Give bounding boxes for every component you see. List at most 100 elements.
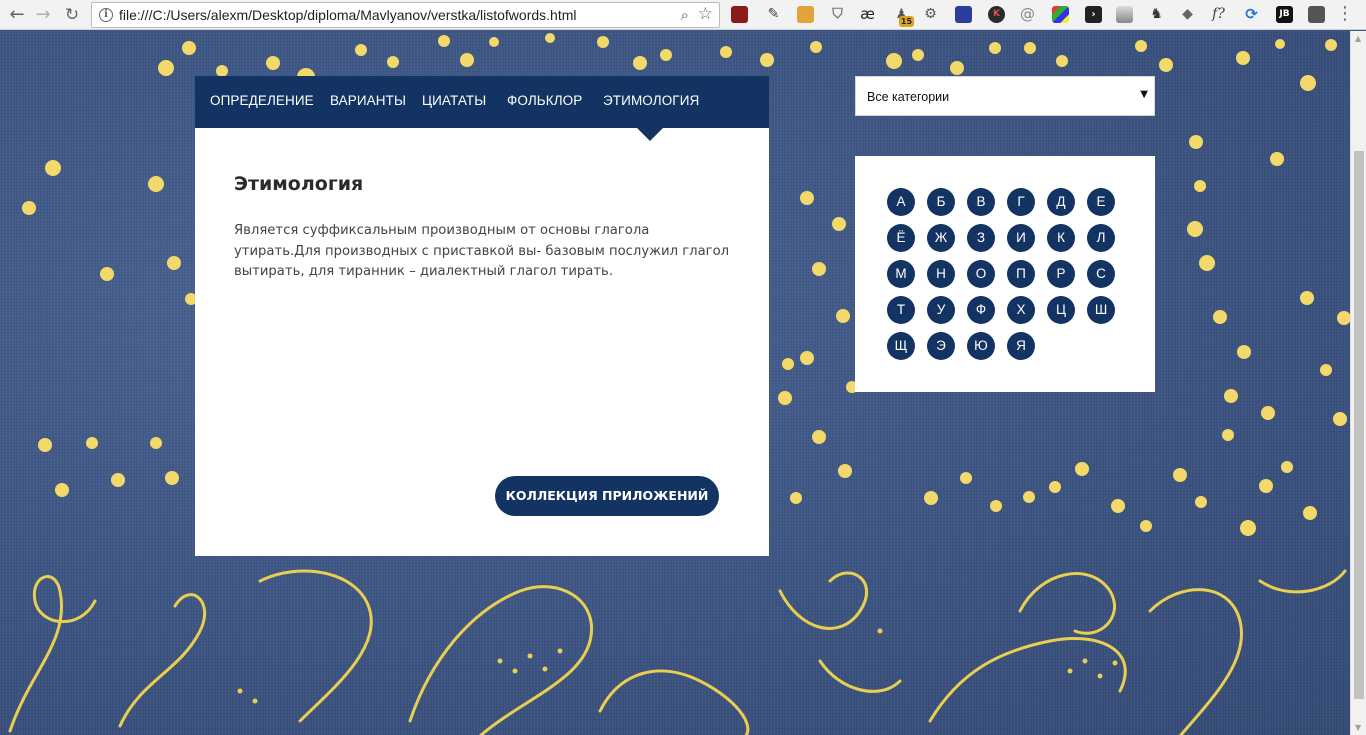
letter-button[interactable]: Ж — [927, 224, 955, 252]
bookmark-star-icon[interactable]: ☆ — [698, 4, 713, 24]
apps-extension-icon[interactable] — [955, 6, 972, 23]
letter-button[interactable]: Д — [1047, 188, 1075, 216]
formula-extension-icon[interactable]: f? — [1210, 6, 1227, 23]
letter-button[interactable]: Х — [1007, 296, 1035, 324]
letter-button[interactable]: З — [967, 224, 995, 252]
address-bar[interactable]: i file:///C:/Users/alexm/Desktop/diploma… — [91, 2, 720, 28]
tab-variants[interactable]: ВАРИАНТЫ — [330, 93, 406, 108]
decorative-dot — [1281, 461, 1293, 473]
category-select[interactable]: Все категории ▼ — [855, 76, 1155, 116]
scrollbar-thumb[interactable] — [1354, 151, 1364, 699]
film-extension-icon[interactable]: ⚙ — [922, 6, 939, 23]
section-title: Этимология — [234, 173, 364, 195]
letter-button[interactable]: С — [1087, 260, 1115, 288]
jetbrains-extension-icon[interactable]: JB — [1276, 6, 1293, 23]
decorative-dot — [836, 309, 850, 323]
letter-button[interactable]: Я — [1007, 332, 1035, 360]
shield-extension-icon[interactable]: ⛉ — [829, 6, 846, 23]
collection-button[interactable]: КОЛЛЕКЦИЯ ПРИЛОЖЕНИЙ — [495, 476, 719, 516]
tab-etymology[interactable]: ЭТИМОЛОГИЯ — [603, 93, 699, 108]
layers-extension-icon[interactable]: ◆ — [1179, 6, 1196, 23]
eyedropper-extension-icon[interactable]: ✎ — [765, 6, 782, 23]
zoom-icon[interactable]: ⌕ — [681, 6, 689, 24]
letter-button[interactable]: У — [927, 296, 955, 324]
letter-button[interactable]: Л — [1087, 224, 1115, 252]
decorative-dot — [1325, 39, 1337, 51]
decorative-dot — [990, 500, 1002, 512]
evernote-extension-icon[interactable]: ♞ — [1148, 6, 1165, 23]
decorative-dot — [597, 36, 609, 48]
tab-quotes[interactable]: ЦИАТАТЫ — [422, 93, 486, 108]
browser-toolbar: ← → ↻ i file:///C:/Users/alexm/Desktop/d… — [0, 0, 1366, 30]
decorative-dot — [1187, 221, 1203, 237]
decorative-dot — [1189, 135, 1203, 149]
extension-icon[interactable] — [1308, 6, 1325, 23]
letter-button[interactable]: Э — [927, 332, 955, 360]
extension-icon[interactable] — [797, 6, 814, 23]
decorative-dot — [1222, 429, 1234, 441]
letter-button[interactable]: Н — [927, 260, 955, 288]
decorative-dot — [1300, 291, 1314, 305]
ublock-extension-icon[interactable] — [731, 6, 748, 23]
decorative-dot — [800, 351, 814, 365]
letter-button[interactable]: А — [887, 188, 915, 216]
letter-button[interactable]: М — [887, 260, 915, 288]
active-tab-pointer — [637, 128, 663, 141]
letter-button[interactable]: П — [1007, 260, 1035, 288]
sync-extension-icon[interactable]: ⟳ — [1243, 6, 1260, 23]
letter-button[interactable]: Ш — [1087, 296, 1115, 324]
decorative-dot — [1194, 180, 1206, 192]
decorative-dot — [886, 53, 902, 69]
letter-button[interactable]: Ю — [967, 332, 995, 360]
color-extension-icon[interactable] — [1052, 6, 1069, 23]
letter-button[interactable]: К — [1047, 224, 1075, 252]
decorative-dot — [1270, 152, 1284, 166]
decorative-dot — [158, 60, 174, 76]
letter-button[interactable]: Р — [1047, 260, 1075, 288]
scroll-up-icon[interactable]: ▲ — [1355, 34, 1361, 43]
letter-button[interactable]: Г — [1007, 188, 1035, 216]
letter-button[interactable]: Щ — [887, 332, 915, 360]
decorative-dot — [812, 262, 826, 276]
decorative-dot — [1111, 499, 1125, 513]
decorative-ornament — [8, 569, 1347, 735]
address-url[interactable]: file:///C:/Users/alexm/Desktop/diploma/M… — [119, 7, 576, 23]
letter-button[interactable]: Ц — [1047, 296, 1075, 324]
decorative-dot — [1023, 491, 1035, 503]
letter-button[interactable]: Ф — [967, 296, 995, 324]
letter-button[interactable]: В — [967, 188, 995, 216]
letter-button[interactable]: О — [967, 260, 995, 288]
scroll-down-icon[interactable]: ▼ — [1355, 723, 1361, 732]
reload-icon[interactable]: ↻ — [62, 5, 82, 25]
decorative-dot — [387, 56, 399, 68]
page-info-icon[interactable]: i — [99, 8, 113, 22]
decorative-dot — [148, 176, 164, 192]
decorative-dot — [489, 37, 499, 47]
letter-button[interactable]: Е — [1087, 188, 1115, 216]
terminal-extension-icon[interactable]: › — [1085, 6, 1102, 23]
gradient-extension-icon[interactable] — [1116, 6, 1133, 23]
letter-button[interactable]: И — [1007, 224, 1035, 252]
decorative-dot — [22, 201, 36, 215]
back-arrow-icon[interactable]: ← — [7, 5, 27, 25]
tab-folklore[interactable]: ФОЛЬКЛОР — [507, 93, 582, 108]
decorative-dot — [838, 464, 852, 478]
decorative-dot — [355, 44, 367, 56]
decorative-dot — [1300, 75, 1316, 91]
decorative-dot — [182, 41, 196, 55]
scrollbar[interactable]: ▲ ▼ — [1350, 31, 1366, 735]
letter-button[interactable]: Б — [927, 188, 955, 216]
tab-definition[interactable]: ОПРЕДЕЛЕНИЕ — [210, 93, 314, 108]
k-extension-icon[interactable]: K — [988, 6, 1005, 23]
category-select-value: Все категории — [867, 90, 950, 104]
browser-menu-icon[interactable]: ⋮ — [1336, 4, 1354, 24]
decorative-dot — [165, 471, 179, 485]
letter-button[interactable]: Ё — [887, 224, 915, 252]
forward-arrow-icon[interactable]: → — [33, 5, 53, 25]
decorative-dot — [950, 61, 964, 75]
at-extension-icon[interactable]: @ — [1019, 6, 1036, 23]
decorative-dot — [832, 217, 846, 231]
decorative-dot — [1303, 506, 1317, 520]
letter-button[interactable]: Т — [887, 296, 915, 324]
ae-extension-icon[interactable]: æ — [859, 6, 876, 23]
